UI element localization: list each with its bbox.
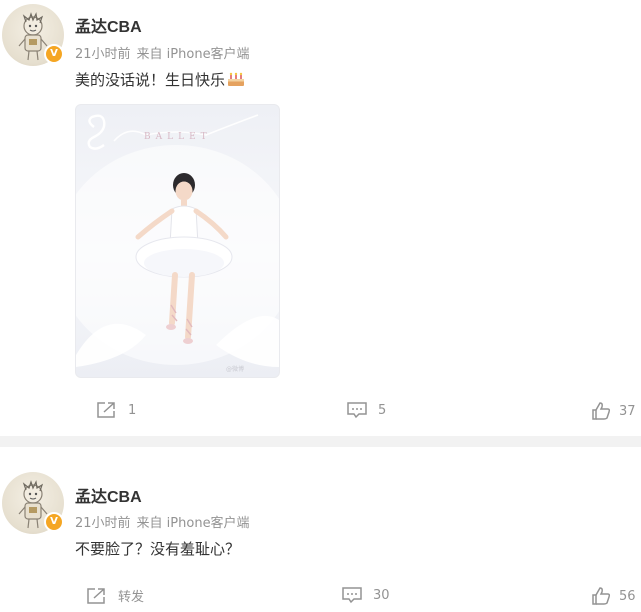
weibo-post: V 孟达CBA 21小时前 来自 iPhone客户端 不要脸了？没有羞耻心？ 转发… <box>0 447 641 612</box>
weibo-post: V 孟达CBA 21小时前 来自 iPhone客户端 美的没话说！生日快乐 BA… <box>0 0 641 436</box>
comment-icon <box>347 402 367 419</box>
comment-button[interactable]: 30 <box>341 586 390 604</box>
post-source: 来自 iPhone客户端 <box>136 516 250 531</box>
post-text: 不要脸了？没有羞耻心？ <box>75 540 241 558</box>
comment-icon <box>342 587 362 604</box>
comment-count: 5 <box>378 402 387 418</box>
share-icon <box>87 587 105 604</box>
thumbs-up-icon <box>592 587 611 605</box>
repost-label: 转发 <box>118 590 145 605</box>
thumbs-up-icon <box>592 402 611 420</box>
post-divider <box>0 436 641 447</box>
verified-badge-icon: V <box>44 512 64 532</box>
post-source: 来自 iPhone客户端 <box>136 47 250 62</box>
svg-text:@微博: @微博 <box>226 365 244 373</box>
image-watermark: BALLET <box>144 132 212 142</box>
verified-badge-icon: V <box>44 44 64 64</box>
like-count: 56 <box>619 588 636 604</box>
repost-button[interactable]: 1 <box>96 401 136 419</box>
repost-button[interactable]: 转发 <box>86 586 144 605</box>
post-text: 美的没话说！生日快乐 <box>75 69 245 91</box>
like-count: 37 <box>619 403 636 419</box>
repost-count: 1 <box>128 402 137 418</box>
share-icon <box>97 402 115 418</box>
like-button[interactable]: 56 <box>591 586 636 606</box>
cake-icon <box>227 71 245 91</box>
username[interactable]: 孟达CBA <box>75 483 142 507</box>
post-text-content: 美的没话说！生日快乐 <box>75 71 226 89</box>
post-time[interactable]: 21小时前 <box>75 47 131 62</box>
comment-button[interactable]: 5 <box>346 401 386 419</box>
username[interactable]: 孟达CBA <box>75 13 142 37</box>
comment-count: 30 <box>373 587 390 603</box>
post-meta: 21小时前 来自 iPhone客户端 <box>75 512 256 531</box>
post-time[interactable]: 21小时前 <box>75 516 131 531</box>
like-button[interactable]: 37 <box>591 401 636 421</box>
post-meta: 21小时前 来自 iPhone客户端 <box>75 43 256 62</box>
post-image[interactable]: BALLET @微博 <box>75 104 280 378</box>
